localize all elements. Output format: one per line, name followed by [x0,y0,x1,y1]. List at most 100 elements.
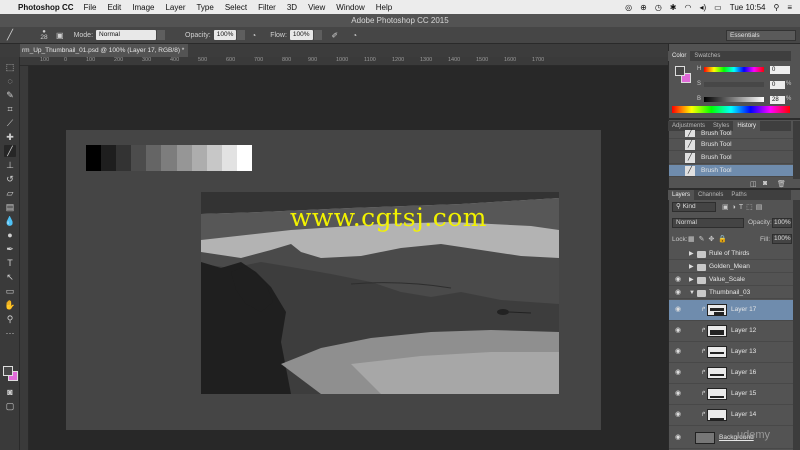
brush-tool-icon[interactable]: ╱ [4,145,16,157]
layer-row[interactable]: ◉ ↱ Layer 12 [669,321,793,342]
camera-icon[interactable]: ◙ [763,180,767,187]
mode-dropdown-icon[interactable] [157,30,166,40]
menu-layer[interactable]: Layer [165,3,185,12]
eyedropper-tool-icon[interactable]: ⟋ [4,117,16,129]
tab-swatches[interactable]: Swatches [690,51,724,61]
brush-preset-icon[interactable]: ╱ [0,30,20,41]
layer-group[interactable]: ▶ Rule of Thirds [669,248,793,260]
clock-readout[interactable]: Tue 10:54 [730,3,766,12]
history-snapshot-icon[interactable]: ◫ [750,180,757,188]
color-panel-foreground[interactable] [675,66,685,76]
hand-tool-icon[interactable]: ✋ [4,299,16,311]
crop-tool-icon[interactable]: ⌗ [4,103,16,115]
eye-icon[interactable]: ◉ [673,306,683,314]
search-icon[interactable]: ⚲ [773,3,779,12]
foreground-color-swatch[interactable] [3,366,13,376]
tab-paths[interactable]: Paths [727,190,750,200]
gradient-tool-icon[interactable]: ▤ [4,201,16,213]
more-tools-icon[interactable]: ··· [4,327,16,339]
menu-type[interactable]: Type [196,3,213,12]
menu-3d[interactable]: 3D [287,3,297,12]
bluetooth-icon[interactable]: ✱ [670,3,677,12]
horizontal-ruler[interactable]: 100 0 100 200 300 400 500 600 700 800 90… [20,57,668,66]
layer-row-background[interactable]: ◉ Background [669,428,793,449]
menu-edit[interactable]: Edit [107,3,121,12]
dodge-tool-icon[interactable]: ● [4,229,16,241]
history-item[interactable]: ╱ Brush Tool [669,152,793,164]
quick-mask-icon[interactable]: ◙ [4,386,16,398]
app-menu[interactable]: Photoshop CC [18,3,74,12]
lasso-tool-icon[interactable]: ◌ [4,75,16,87]
history-scrollbar[interactable] [793,121,800,179]
saturation-slider[interactable] [704,82,764,87]
menu-file[interactable]: File [84,3,97,12]
layer-filter-select[interactable]: ⚲ Kind [672,202,716,212]
trash-icon[interactable]: 🗑 [777,180,786,188]
flow-input[interactable]: 100% [289,30,313,40]
healing-tool-icon[interactable]: ✚ [4,131,16,143]
layer-group-expanded[interactable]: ◉ ▼ Thumbnail_03 [669,287,793,299]
sync-icon[interactable]: ⊕ [640,3,647,12]
flow-dropdown-icon[interactable] [313,30,322,40]
volume-icon[interactable]: ◂) [699,3,706,12]
pressure-opacity-icon[interactable]: ◔ [251,31,256,40]
eye-icon[interactable]: ◉ [673,289,683,297]
path-select-tool-icon[interactable]: ↖ [4,271,16,283]
type-tool-icon[interactable]: T [4,257,16,269]
rectangle-tool-icon[interactable]: ▭ [4,285,16,297]
marquee-tool-icon[interactable]: ⬚ [4,61,16,73]
expand-icon[interactable]: ▶ [689,250,694,258]
eye-icon[interactable]: ◉ [673,390,683,398]
history-brush-tool-icon[interactable]: ↺ [4,173,16,185]
wifi-icon[interactable]: ◠ [685,3,692,12]
screen-mode-icon[interactable]: ▢ [4,400,16,412]
eye-icon[interactable]: ◉ [673,348,683,356]
brush-size-picker[interactable]: ● 28 [36,29,52,41]
creative-cloud-icon[interactable]: ◎ [625,3,632,12]
layers-scrollbar[interactable] [793,200,800,450]
lock-icons[interactable]: ▦✎✥🔒 [688,235,731,243]
opacity-input[interactable]: 100% [213,30,237,40]
expand-icon[interactable]: ▶ [689,263,694,271]
layer-row-selected[interactable]: ◉ ↱ Layer 17 [669,300,793,321]
eye-icon[interactable]: ◉ [673,369,683,377]
brightness-slider[interactable] [704,97,764,102]
tab-layers[interactable]: Layers [668,190,695,200]
eye-icon[interactable]: ◉ [673,327,683,335]
color-ramp[interactable] [672,106,790,113]
expand-icon[interactable]: ▶ [689,276,694,284]
airbrush-icon[interactable]: ✐ [332,31,339,40]
history-item[interactable]: ╱ Brush Tool [669,130,793,139]
fill-input[interactable]: 100% [772,234,792,244]
layer-group[interactable]: ▶ Golden_Mean [669,261,793,273]
quick-select-tool-icon[interactable]: ✎ [4,89,16,101]
brush-settings-icon[interactable]: ▣ [56,31,64,40]
tab-channels[interactable]: Channels [694,190,727,200]
history-item-selected[interactable]: ╱ Brush Tool [669,165,793,177]
layer-filter-icons[interactable]: ▣◑T⬚▤ [722,203,765,211]
eye-icon[interactable]: ◉ [673,434,683,442]
opacity-dropdown-icon[interactable] [237,30,246,40]
collapse-icon[interactable]: ▼ [689,289,695,297]
layer-group[interactable]: ◉ ▶ Value_Scale [669,274,793,286]
hue-slider[interactable] [704,67,764,72]
menu-help[interactable]: Help [376,3,392,12]
blend-mode-select[interactable]: Normal [672,218,744,228]
mode-select[interactable]: Normal [96,30,157,40]
visibility-off-icon[interactable] [673,250,683,258]
menu-select[interactable]: Select [225,3,247,12]
battery-icon[interactable]: ▭ [714,3,722,12]
layer-row[interactable]: ◉ ↱ Layer 16 [669,363,793,384]
zoom-tool-icon[interactable]: ⚲ [4,313,16,325]
eye-icon[interactable]: ◉ [673,411,683,419]
menu-image[interactable]: Image [132,3,154,12]
menu-view[interactable]: View [308,3,325,12]
brightness-input[interactable]: 28 [770,96,785,104]
vertical-ruler[interactable] [20,66,29,450]
eye-icon[interactable]: ◉ [673,276,683,284]
blur-tool-icon[interactable]: 💧 [4,215,16,227]
hue-input[interactable]: 0 [770,66,790,74]
saturation-input[interactable]: 0 [770,81,785,89]
layer-row[interactable]: ◉ ↱ Layer 13 [669,342,793,363]
layer-row[interactable]: ◉ ↱ Layer 15 [669,384,793,405]
